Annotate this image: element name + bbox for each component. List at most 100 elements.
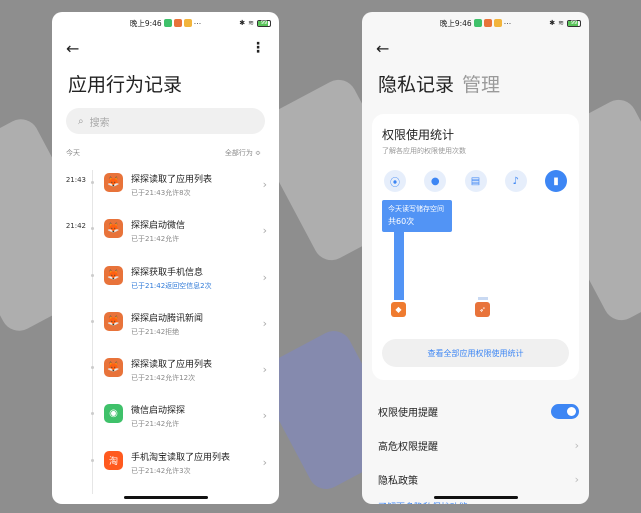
- phone-app-behavior-record: 晚上9:46 ⋯ ✱ ≋ 99 ← ⋮ 应用行为记录 ⌕ 搜索 今天 全部行为 …: [52, 12, 279, 504]
- event-time: [52, 309, 86, 315]
- permission-stats-card: 权限使用统计 了解各应用的权限使用次数 ⦿ ● ▤ ♪ ▮ 今天读写储存空间 共…: [372, 114, 579, 380]
- card-title: 权限使用统计: [382, 128, 455, 142]
- wechat-app-icon: ◉: [104, 404, 123, 424]
- setting-label: 权限使用提醒: [378, 407, 438, 419]
- event-detail: 已于21:42允许: [131, 420, 180, 429]
- more-notifications-icon: ⋯: [193, 18, 202, 28]
- home-indicator[interactable]: [433, 496, 518, 499]
- app-icon-feishu[interactable]: ➶: [475, 302, 490, 317]
- event-title: 手机淘宝读取了应用列表: [131, 452, 231, 463]
- event-time: 21:43: [65, 176, 86, 184]
- event-time: [52, 448, 86, 454]
- chevron-right-icon: ›: [574, 472, 579, 486]
- usage-bar[interactable]: [478, 297, 488, 300]
- date-label: 今天: [66, 149, 80, 157]
- bluetooth-icon: ✱: [239, 19, 246, 27]
- notification-icon: [183, 19, 192, 27]
- timeline-dot: [91, 181, 94, 184]
- event-title: 探探读取了应用列表: [131, 360, 213, 371]
- timeline-dot: [91, 227, 94, 231]
- storage-icon[interactable]: ▮: [545, 170, 567, 192]
- chart-tooltip: 今天读写储存空间 共60次: [382, 200, 452, 232]
- event-time: [52, 263, 86, 269]
- event-detail: 已于21:42允许12次: [131, 374, 196, 383]
- wifi-icon: ≋: [248, 19, 254, 27]
- setting-row[interactable]: 权限使用提醒: [362, 394, 589, 428]
- timeline-dot: [91, 458, 94, 462]
- event-time: 21:42: [65, 222, 86, 231]
- microphone-icon[interactable]: ♪: [504, 170, 527, 192]
- chevron-right-icon: ›: [262, 409, 267, 423]
- event-time: [52, 355, 86, 361]
- chevron-right-icon: ›: [262, 224, 267, 238]
- status-bar: 晚上9:46 ⋯ ✱ ≋ 99: [362, 12, 589, 34]
- timeline-dot: [91, 412, 94, 416]
- back-arrow-icon[interactable]: ←: [376, 39, 389, 58]
- event-time: [52, 401, 86, 407]
- more-notifications-icon: ⋯: [503, 18, 512, 28]
- back-arrow-icon[interactable]: ←: [66, 39, 79, 58]
- notification-icon: [483, 19, 492, 27]
- location-icon[interactable]: ⦿: [384, 170, 406, 192]
- more-options-icon[interactable]: ⋮: [251, 40, 265, 56]
- event-detail: 已于21:43允许8次: [131, 189, 191, 197]
- battery-icon: 99: [257, 19, 271, 27]
- list-item[interactable]: 淘手机淘宝读取了应用列表 已于21:42允许3次 ›: [52, 448, 279, 494]
- fox-app-icon: 🦊: [104, 219, 123, 239]
- reminder-toggle[interactable]: [551, 403, 579, 419]
- battery-icon: 99: [567, 19, 581, 27]
- fox-app-icon: 🦊: [104, 358, 123, 378]
- fox-app-icon: 🦊: [104, 311, 123, 331]
- event-title: 探探获取手机信息: [131, 267, 204, 278]
- timeline-dot: [91, 273, 94, 277]
- chevron-right-icon: ›: [262, 316, 267, 330]
- list-item[interactable]: 21:42 🦊 探探启动微信 已于21:42允许 ›: [52, 216, 279, 262]
- list-item[interactable]: 21:43 🦊 探探读取了应用列表 已于21:43允许8次 ›: [52, 170, 279, 216]
- wifi-icon: ≋: [558, 19, 564, 27]
- event-detail: 已于21:42允许3次: [131, 466, 191, 475]
- list-item[interactable]: 🦊 探探读取了应用列表 已于21:42允许12次 ›: [52, 355, 279, 401]
- chevron-right-icon: ›: [262, 178, 267, 191]
- list-item[interactable]: 🦊 探探启动腾讯新闻 已于21:42拒绝 ›: [52, 309, 279, 355]
- card-subtitle: 了解各应用的权限使用次数: [382, 147, 466, 155]
- tab-privacy-record[interactable]: 隐私记录: [378, 74, 454, 96]
- status-time: 晚上9:46: [439, 18, 472, 28]
- settings-list: 权限使用提醒 高危权限提醒 › 隐私政策 ›: [362, 394, 589, 496]
- setting-row[interactable]: 隐私政策 ›: [362, 462, 589, 496]
- setting-label: 隐私政策: [378, 475, 418, 487]
- usage-bar[interactable]: [394, 230, 404, 300]
- list-item[interactable]: 🦊 探探获取手机信息 已于21:42返回空信息2次 ›: [52, 263, 279, 309]
- setting-label: 高危权限提醒: [378, 441, 438, 453]
- tooltip-value: 共60次: [388, 217, 415, 226]
- event-title: 探探读取了应用列表: [131, 175, 213, 185]
- search-placeholder: 搜索: [89, 117, 110, 129]
- list-item[interactable]: ◉ 微信启动探探 已于21:42允许 ›: [52, 401, 279, 447]
- tab-manage[interactable]: 管理: [462, 74, 500, 96]
- timeline-dot: [91, 319, 94, 323]
- event-title: 微信启动探探: [131, 406, 186, 417]
- document-icon[interactable]: ▤: [464, 170, 487, 192]
- chevron-right-icon: ›: [574, 438, 579, 452]
- event-title: 探探启动腾讯新闻: [131, 313, 204, 324]
- setting-row[interactable]: 高危权限提醒 ›: [362, 428, 589, 462]
- fox-app-icon: 🦊: [104, 173, 123, 192]
- app-icon-uc[interactable]: ◆: [391, 302, 406, 317]
- notification-icon: [173, 19, 182, 27]
- permission-usage-chart: 今天读写储存空间 共60次 ◆ ➶: [382, 200, 569, 317]
- bluetooth-icon: ✱: [549, 19, 556, 27]
- chevron-right-icon: ›: [262, 455, 267, 469]
- tooltip-label: 今天读写储存空间: [388, 205, 444, 213]
- notification-icon: [163, 19, 172, 27]
- search-input[interactable]: ⌕ 搜索: [66, 108, 265, 134]
- view-all-stats-button[interactable]: 查看全部应用权限使用统计: [382, 339, 569, 367]
- behavior-filter[interactable]: 全部行为 ≎: [225, 148, 261, 158]
- timeline-dot: [91, 366, 94, 370]
- page-title: 隐私记录 管理: [362, 62, 589, 100]
- contacts-icon[interactable]: ●: [424, 170, 447, 192]
- status-bar: 晚上9:46 ⋯ ✱ ≋ 99: [52, 12, 279, 34]
- page-title: 应用行为记录: [68, 74, 183, 96]
- status-time: 晚上9:46: [129, 18, 162, 28]
- event-title: 探探启动微信: [131, 221, 186, 232]
- event-detail: 已于21:42拒绝: [131, 327, 180, 336]
- home-indicator[interactable]: [123, 496, 208, 499]
